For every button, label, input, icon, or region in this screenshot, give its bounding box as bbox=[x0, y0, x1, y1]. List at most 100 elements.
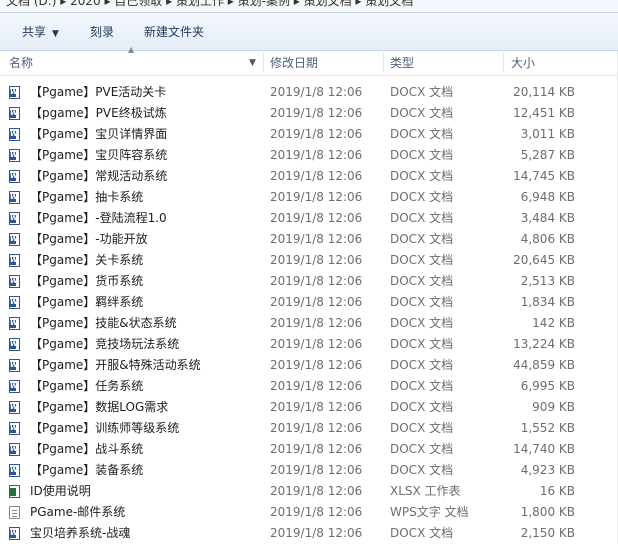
file-size: 3,484 KB bbox=[520, 211, 575, 225]
column-divider[interactable] bbox=[383, 53, 384, 73]
file-name: 【Pgame】战斗系统 bbox=[30, 442, 144, 456]
file-size: 1,552 KB bbox=[520, 421, 575, 435]
column-date-header[interactable]: 修改日期 bbox=[270, 51, 318, 75]
file-row[interactable]: 【Pgame】PVE活动关卡 2019/1/8 12:06 DOCX 文档 20,11… bbox=[0, 82, 618, 103]
wps-icon bbox=[9, 506, 22, 520]
file-row[interactable]: 【Pgame】关卡系统 2019/1/8 12:06 DOCX 文档 20,645 K… bbox=[0, 250, 618, 271]
file-type: DOCX 文档 bbox=[390, 274, 454, 288]
file-row[interactable]: 【Pgame】宝贝阵容系统 2019/1/8 12:06 DOCX 文档 5,287 … bbox=[0, 145, 618, 166]
file-modified-date: 2019/1/8 12:06 bbox=[270, 295, 363, 309]
file-row[interactable]: 【Pgame】训练师等级系统 2019/1/8 12:06 DOCX 文档 1,552… bbox=[0, 418, 618, 439]
file-size: 20,114 KB bbox=[513, 85, 575, 99]
file-row[interactable]: 【Pgame】抽卡系统 2019/1/8 12:06 DOCX 文档 6,948 KB bbox=[0, 187, 618, 208]
docx-icon bbox=[9, 233, 22, 247]
file-type: DOCX 文档 bbox=[390, 337, 454, 351]
file-name: PGame-邮件系统 bbox=[30, 505, 126, 519]
file-size: 13,224 KB bbox=[513, 337, 575, 351]
file-modified-date: 2019/1/8 12:06 bbox=[270, 211, 363, 225]
new-folder-button[interactable]: 新建文件夹 bbox=[144, 23, 204, 41]
file-row[interactable]: 【Pgame】宝贝详情界面 2019/1/8 12:06 DOCX 文档 3,011 … bbox=[0, 124, 618, 145]
file-row[interactable]: 【Pgame】-登陆流程1.0 2019/1/8 12:06 DOCX 文档 3,48… bbox=[0, 208, 618, 229]
file-size: 1,834 KB bbox=[520, 295, 575, 309]
address-path[interactable]: 文档 (D:) ▸ 2020 ▸ 自己领取 ▸ 策划工作 ▸ 策划-案例 ▸ 策… bbox=[6, 0, 413, 9]
docx-icon bbox=[9, 359, 22, 373]
file-row[interactable]: 【Pgame】装备系统 2019/1/8 12:06 DOCX 文档 4,923 KB bbox=[0, 460, 618, 481]
file-modified-date: 2019/1/8 12:06 bbox=[270, 526, 363, 540]
burn-button[interactable]: 刻录 bbox=[90, 23, 114, 41]
file-row[interactable]: 【Pgame】-功能开放 2019/1/8 12:06 DOCX 文档 4,806 K… bbox=[0, 229, 618, 250]
file-row[interactable]: 【Pgame】羁绊系统 2019/1/8 12:06 DOCX 文档 1,834 KB bbox=[0, 292, 618, 313]
column-size-header[interactable]: 大小 bbox=[511, 51, 535, 75]
file-row[interactable]: 【Pgame】数据LOG需求 2019/1/8 12:06 DOCX 文档 909 K… bbox=[0, 397, 618, 418]
file-size: 6,995 KB bbox=[520, 379, 575, 393]
file-name: 【Pgame】羁绊系统 bbox=[30, 295, 144, 309]
column-type-header[interactable]: 类型 bbox=[390, 51, 414, 75]
file-row[interactable]: PGame-邮件系统 2019/1/8 12:06 WPS文字 文档 1,800 KB bbox=[0, 502, 618, 523]
column-divider[interactable] bbox=[263, 53, 264, 73]
file-list: 【Pgame】PVE活动关卡 2019/1/8 12:06 DOCX 文档 20,11… bbox=[0, 82, 618, 544]
file-modified-date: 2019/1/8 12:06 bbox=[270, 253, 363, 267]
file-size: 14,740 KB bbox=[513, 442, 575, 456]
file-type: DOCX 文档 bbox=[390, 442, 454, 456]
docx-icon bbox=[9, 86, 22, 100]
file-name: 【Pgame】数据LOG需求 bbox=[30, 400, 169, 414]
file-name: 【Pgame】竞技场玩法系统 bbox=[30, 337, 180, 351]
file-modified-date: 2019/1/8 12:06 bbox=[270, 127, 363, 141]
file-modified-date: 2019/1/8 12:06 bbox=[270, 421, 363, 435]
file-row[interactable]: 【Pgame】常规活动系统 2019/1/8 12:06 DOCX 文档 14,745… bbox=[0, 166, 618, 187]
docx-icon bbox=[9, 275, 22, 289]
file-row[interactable]: 【Pgame】战斗系统 2019/1/8 12:06 DOCX 文档 14,740 K… bbox=[0, 439, 618, 460]
docx-icon bbox=[9, 401, 22, 415]
file-size: 16 KB bbox=[539, 484, 575, 498]
docx-icon bbox=[9, 170, 22, 184]
file-type: DOCX 文档 bbox=[390, 148, 454, 162]
file-type: DOCX 文档 bbox=[390, 316, 454, 330]
file-size: 20,645 KB bbox=[513, 253, 575, 267]
file-row[interactable]: 【Pgame】开服&特殊活动系统 2019/1/8 12:06 DOCX 文档 44,… bbox=[0, 355, 618, 376]
file-modified-date: 2019/1/8 12:06 bbox=[270, 316, 363, 330]
file-row[interactable]: 【Pgame】任务系统 2019/1/8 12:06 DOCX 文档 6,995 KB bbox=[0, 376, 618, 397]
file-type: DOCX 文档 bbox=[390, 127, 454, 141]
file-name: 宝贝培养系统-战魂 bbox=[30, 526, 131, 540]
column-filter-dropdown-icon[interactable]: ▼ bbox=[249, 51, 256, 75]
file-size: 909 KB bbox=[532, 400, 575, 414]
file-type: DOCX 文档 bbox=[390, 358, 454, 372]
file-type: DOCX 文档 bbox=[390, 295, 454, 309]
file-name: 【Pgame】-登陆流程1.0 bbox=[30, 211, 167, 225]
file-row[interactable]: 【pgame】PVE终极试炼 2019/1/8 12:06 DOCX 文档 12,45… bbox=[0, 103, 618, 124]
file-size: 12,451 KB bbox=[513, 106, 575, 120]
file-modified-date: 2019/1/8 12:06 bbox=[270, 442, 363, 456]
file-type: DOCX 文档 bbox=[390, 85, 454, 99]
burn-label: 刻录 bbox=[90, 25, 115, 39]
file-type: XLSX 工作表 bbox=[390, 484, 461, 498]
file-modified-date: 2019/1/8 12:06 bbox=[270, 484, 363, 498]
column-divider[interactable] bbox=[503, 53, 504, 73]
file-type: DOCX 文档 bbox=[390, 232, 454, 246]
file-size: 14,745 KB bbox=[513, 169, 575, 183]
docx-icon bbox=[9, 338, 22, 352]
address-bar[interactable]: 文档 (D:) ▸ 2020 ▸ 自己领取 ▸ 策划工作 ▸ 策划-案例 ▸ 策… bbox=[0, 0, 618, 13]
file-row[interactable]: 宝贝培养系统-战魂 2019/1/8 12:06 DOCX 文档 2,150 KB bbox=[0, 523, 618, 544]
file-row[interactable]: 【Pgame】技能&状态系统 2019/1/8 12:06 DOCX 文档 142 K… bbox=[0, 313, 618, 334]
file-modified-date: 2019/1/8 12:06 bbox=[270, 463, 363, 477]
docx-icon bbox=[9, 149, 22, 163]
new-folder-label: 新建文件夹 bbox=[144, 25, 205, 39]
file-size: 142 KB bbox=[532, 316, 575, 330]
file-name: 【Pgame】装备系统 bbox=[30, 463, 144, 477]
column-name-header[interactable]: 名称 bbox=[9, 51, 33, 75]
file-name: 【Pgame】PVE活动关卡 bbox=[30, 85, 167, 99]
xlsx-icon bbox=[9, 485, 22, 499]
docx-icon bbox=[9, 527, 22, 541]
file-size: 2,150 KB bbox=[520, 526, 575, 540]
file-type: WPS文字 文档 bbox=[390, 505, 469, 519]
file-modified-date: 2019/1/8 12:06 bbox=[270, 106, 363, 120]
file-modified-date: 2019/1/8 12:06 bbox=[270, 400, 363, 414]
file-type: DOCX 文档 bbox=[390, 169, 454, 183]
file-row[interactable]: ID使用说明 2019/1/8 12:06 XLSX 工作表 16 KB bbox=[0, 481, 618, 502]
file-row[interactable]: 【Pgame】竞技场玩法系统 2019/1/8 12:06 DOCX 文档 13,22… bbox=[0, 334, 618, 355]
share-button[interactable]: 共享 ▼ bbox=[22, 23, 59, 41]
file-row[interactable]: 【Pgame】货币系统 2019/1/8 12:06 DOCX 文档 2,513 KB bbox=[0, 271, 618, 292]
file-modified-date: 2019/1/8 12:06 bbox=[270, 148, 363, 162]
command-toolbar: 共享 ▼ 刻录 新建文件夹 bbox=[0, 13, 618, 51]
docx-icon bbox=[9, 128, 22, 142]
